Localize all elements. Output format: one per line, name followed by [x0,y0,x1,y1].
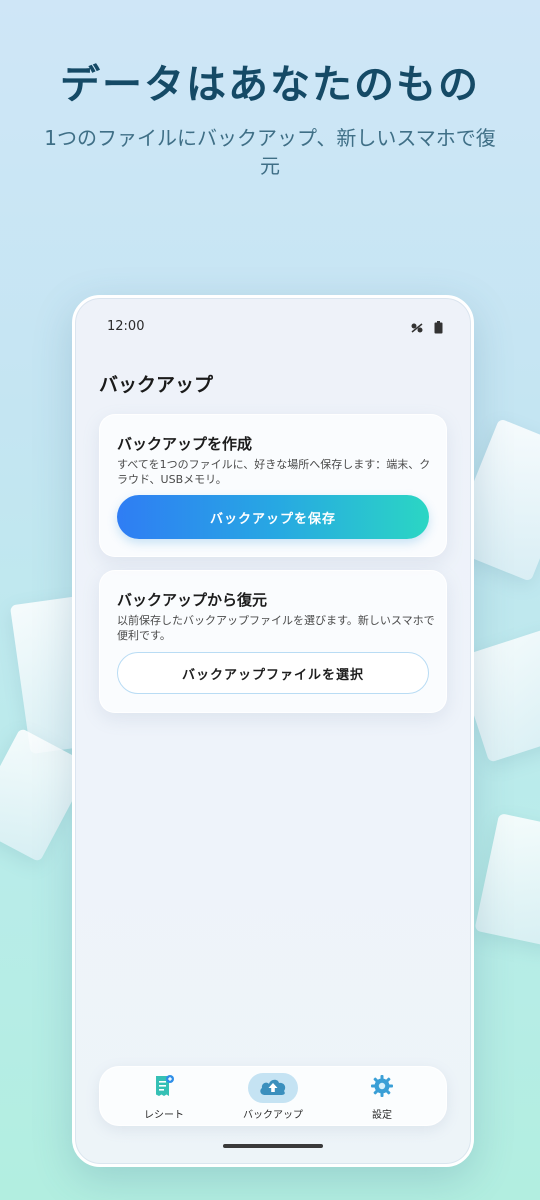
nav-item-receipts[interactable]: レシート [114,1073,214,1121]
create-backup-card: バックアップを作成 すべてを1つのファイルに、好きな場所へ保存します：端末、クラ… [99,414,447,557]
hero-subtitle: 1つのファイルにバックアップ、新しいスマホで復元 [44,126,496,178]
restore-backup-title: バックアップから復元 [117,591,268,609]
receipt-icon [153,1074,175,1102]
hero-title: データはあなたのもの [60,62,480,108]
status-time: 12:00 [107,319,145,334]
page-title: バックアップ [99,374,214,396]
gear-icon [370,1074,394,1102]
nav-label-settings: 設定 [372,1110,392,1121]
background-paper-decoration [474,812,540,948]
create-backup-title: バックアップを作成 [117,435,253,453]
restore-backup-card: バックアップから復元 以前保存したバックアップファイルを選びます。新しいスマホで… [99,570,447,713]
nav-item-settings[interactable]: 設定 [332,1073,432,1121]
battery-icon [434,319,443,338]
nav-label-receipts: レシート [144,1110,184,1121]
phone-frame: 12:00 バックアップ バックアップを作成 すべてを1つのファイルに、好きな場… [72,295,474,1167]
hero-section: データはあなたのもの 1つのファイルにバックアップ、新しいスマホで復元 [0,52,540,180]
nav-item-backup[interactable]: バックアップ [223,1073,323,1121]
cloud-upload-icon [258,1076,288,1100]
select-backup-file-button[interactable]: バックアップファイルを選択 [117,652,429,694]
nav-icon-container [357,1073,407,1103]
status-icons [410,319,443,338]
create-backup-description: すべてを1つのファイルに、好きな場所へ保存します：端末、クラウド、USBメモリ。 [117,458,431,486]
save-backup-button[interactable]: バックアップを保存 [117,495,429,539]
signal-icon [410,319,424,338]
home-indicator [223,1144,323,1148]
nav-label-backup: バックアップ [243,1110,303,1121]
bottom-navigation: レシート バックアップ 設定 [99,1066,447,1126]
restore-backup-description: 以前保存したバックアップファイルを選びます。新しいスマホで便利です。 [117,614,435,642]
nav-icon-container-active [248,1073,298,1103]
nav-icon-container [139,1073,189,1103]
status-bar: 12:00 [75,298,471,352]
